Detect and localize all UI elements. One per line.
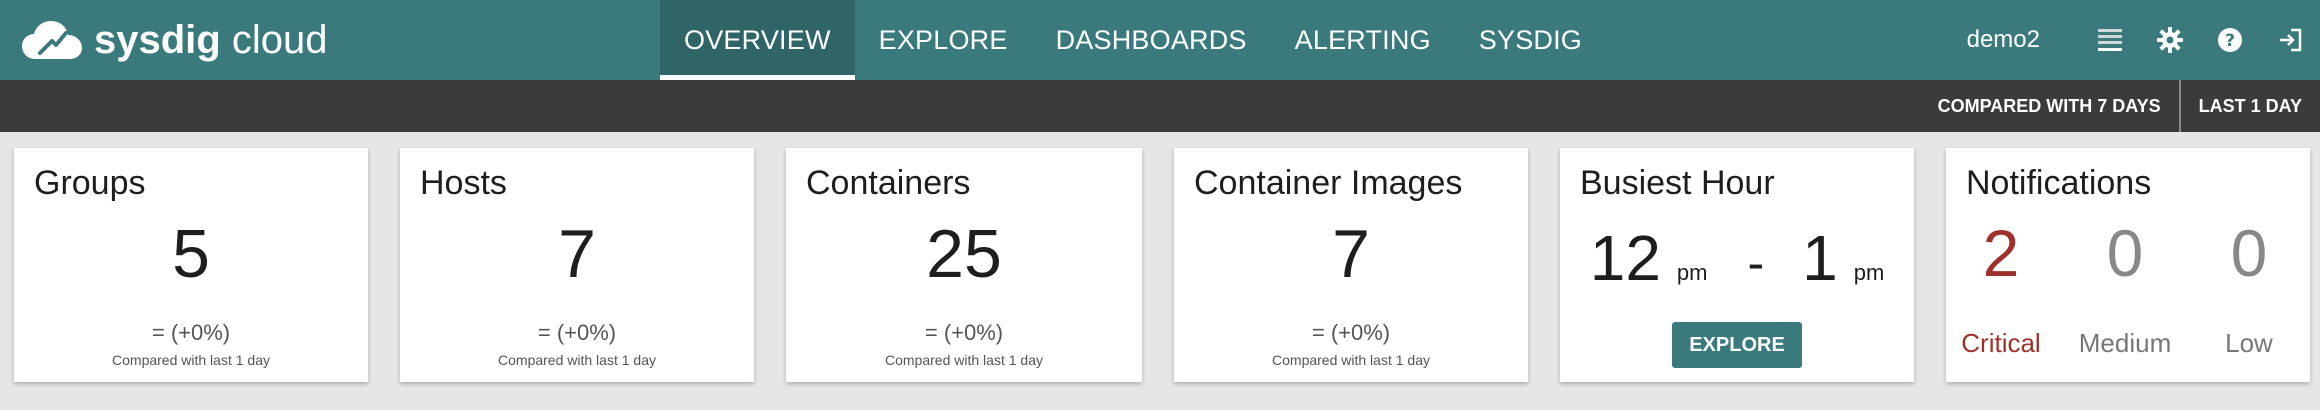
card-notifications: Notifications 2 Critical 0 Medium 0 Low: [1946, 148, 2310, 382]
card-value: 25: [926, 216, 1002, 292]
logo-text-light: cloud: [231, 18, 328, 62]
busiest-end-suffix: pm: [1853, 260, 1885, 285]
card-title: Groups: [34, 164, 146, 202]
main-nav: OVERVIEW EXPLORE DASHBOARDS ALERTING SYS…: [660, 0, 1606, 80]
busiest-range-dash: -: [1747, 235, 1765, 291]
card-change: = (+0%): [151, 320, 231, 345]
help-icon[interactable]: ?: [2200, 0, 2260, 80]
notification-count: 2: [1982, 216, 2020, 290]
menu-icon[interactable]: [2080, 0, 2140, 80]
sysdig-logo[interactable]: sysdig cloud: [22, 14, 327, 66]
card-change: = (+0%): [537, 320, 617, 345]
card-container-images[interactable]: Container Images 7 = (+0%) Compared with…: [1174, 148, 1528, 382]
logo-text: sysdig cloud: [94, 20, 327, 60]
notification-medium[interactable]: 0 Medium: [2070, 220, 2180, 359]
svg-text:?: ?: [2225, 31, 2235, 51]
header-tools: demo2 ?: [1967, 0, 2320, 80]
notification-critical[interactable]: 2 Critical: [1946, 220, 2056, 359]
card-title: Container Images: [1194, 164, 1463, 202]
card-value: 7: [558, 216, 596, 292]
card-change: = (+0%): [1311, 320, 1391, 345]
top-navigation-bar: sysdig cloud OVERVIEW EXPLORE DASHBOARDS…: [0, 0, 2320, 80]
card-compared-note: Compared with last 1 day: [112, 352, 270, 368]
card-title: Hosts: [420, 164, 507, 202]
card-compared-note: Compared with last 1 day: [1272, 352, 1430, 368]
card-compared-note: Compared with last 1 day: [498, 352, 656, 368]
notification-low[interactable]: 0 Low: [2194, 220, 2304, 359]
busiest-start-suffix: pm: [1676, 260, 1708, 285]
card-value: 7: [1332, 216, 1370, 292]
cloud-logo-icon: [22, 19, 84, 61]
gear-icon[interactable]: [2140, 0, 2200, 80]
card-change: = (+0%): [924, 320, 1004, 345]
user-name[interactable]: demo2: [1967, 26, 2040, 54]
time-range-bar: COMPARED WITH 7 DAYS LAST 1 DAY: [0, 80, 2320, 132]
notification-count: 0: [2230, 216, 2268, 290]
card-containers[interactable]: Containers 25 = (+0%) Compared with last…: [786, 148, 1142, 382]
card-value: 5: [172, 216, 210, 292]
notification-label: Low: [2225, 328, 2273, 358]
card-title: Notifications: [1966, 164, 2152, 202]
busiest-start-hour: 12: [1589, 222, 1661, 294]
nav-tab-alerting[interactable]: ALERTING: [1271, 0, 1455, 80]
card-hosts[interactable]: Hosts 7 = (+0%) Compared with last 1 day: [400, 148, 754, 382]
card-groups[interactable]: Groups 5 = (+0%) Compared with last 1 da…: [14, 148, 368, 382]
card-title: Busiest Hour: [1580, 164, 1775, 202]
card-title: Containers: [806, 164, 971, 202]
logout-icon[interactable]: [2260, 0, 2320, 80]
nav-tab-explore[interactable]: EXPLORE: [855, 0, 1032, 80]
notification-label: Medium: [2078, 328, 2172, 358]
compare-range-button[interactable]: COMPARED WITH 7 DAYS: [1920, 80, 2179, 132]
time-range-button[interactable]: LAST 1 DAY: [2181, 80, 2320, 132]
notification-count: 0: [2106, 216, 2144, 290]
notification-label: Critical: [1961, 328, 2041, 358]
nav-tab-overview[interactable]: OVERVIEW: [660, 0, 855, 80]
logo-text-bold: sysdig: [94, 18, 221, 62]
busiest-hour-range: 12 pm - 1 pm: [1560, 226, 1914, 292]
card-busiest-hour: Busiest Hour 12 pm - 1 pm EXPLORE: [1560, 148, 1914, 382]
nav-tab-sysdig[interactable]: SYSDIG: [1455, 0, 1606, 80]
explore-button[interactable]: EXPLORE: [1672, 322, 1802, 368]
card-compared-note: Compared with last 1 day: [885, 352, 1043, 368]
overview-cards: Groups 5 = (+0%) Compared with last 1 da…: [14, 148, 2310, 382]
busiest-end-hour: 1: [1802, 222, 1838, 294]
nav-tab-dashboards[interactable]: DASHBOARDS: [1032, 0, 1271, 80]
time-range-controls: COMPARED WITH 7 DAYS LAST 1 DAY: [1920, 80, 2320, 132]
